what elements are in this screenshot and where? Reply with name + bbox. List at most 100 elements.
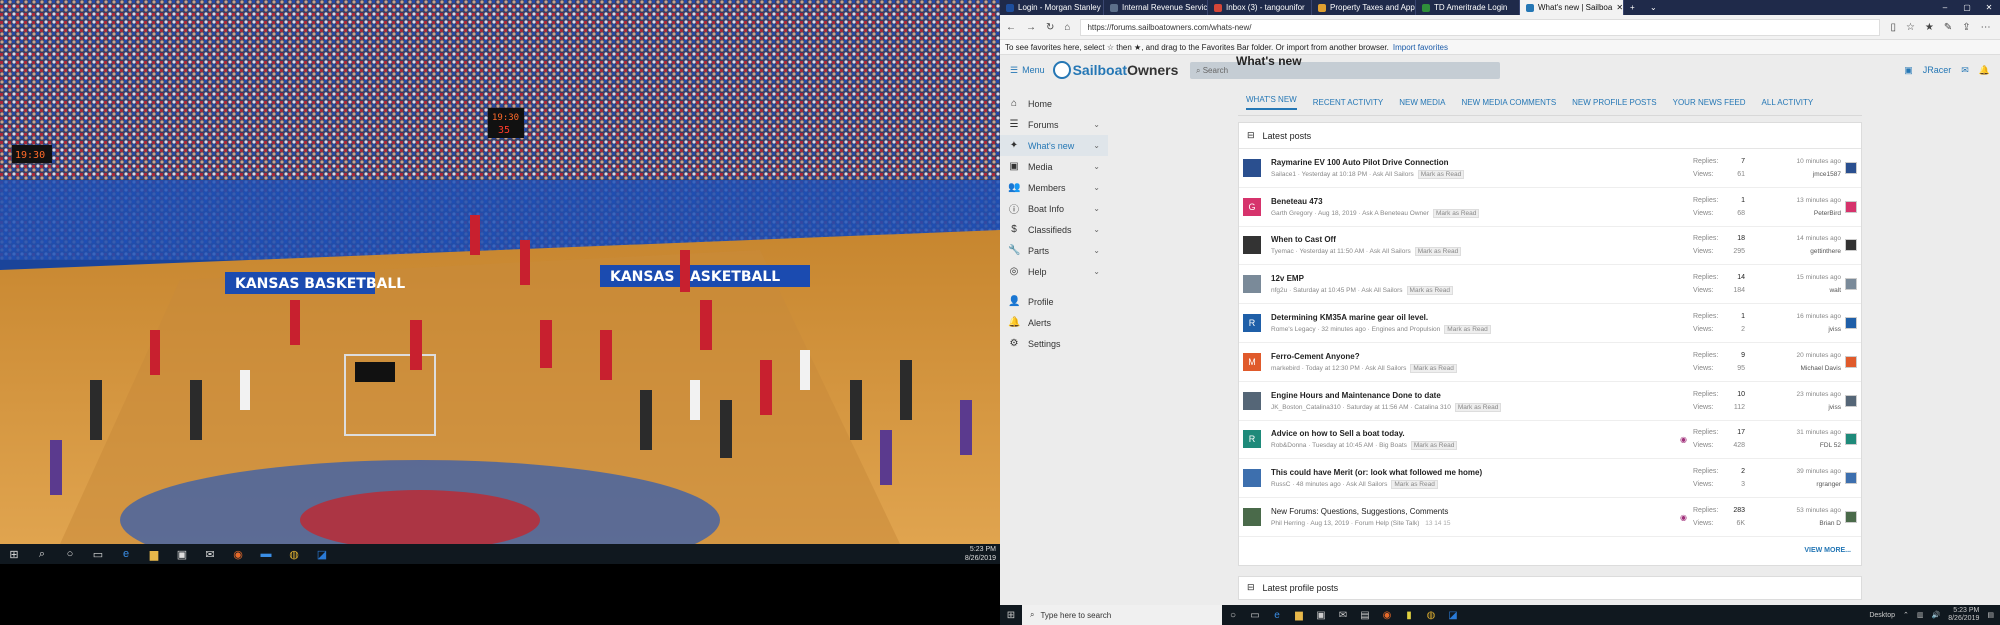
last-post-user[interactable]: rgranger	[1745, 478, 1841, 491]
mark-read-button[interactable]: Mark as Read	[1444, 325, 1491, 335]
post-pages[interactable]: 13 14 15	[1425, 520, 1450, 527]
post-title-link[interactable]: Beneteau 473	[1271, 197, 1693, 206]
chevron-down-icon[interactable]: ⌄	[1093, 120, 1100, 129]
table-row[interactable]: 12v EMP nfg2u · Saturday at 10:45 PM · As…	[1239, 265, 1861, 305]
post-forum[interactable]: Ask A Beneteau Owner	[1362, 210, 1429, 217]
last-post-user[interactable]: gettinthere	[1745, 245, 1841, 258]
username-link[interactable]: JRacer	[1923, 65, 1952, 75]
avatar[interactable]: R	[1243, 314, 1261, 333]
last-post-time[interactable]: 14 minutes ago	[1745, 232, 1841, 245]
url-input[interactable]: https://forums.sailboatowners.com/whats-…	[1080, 18, 1881, 36]
post-author[interactable]: Rome's Legacy	[1271, 326, 1316, 333]
task-view-icon[interactable]: ▭	[87, 546, 109, 562]
post-forum[interactable]: Ask All Sailors	[1346, 481, 1387, 488]
app-icon[interactable]: ▬	[255, 546, 277, 562]
last-post-time[interactable]: 13 minutes ago	[1745, 194, 1841, 207]
last-post-user[interactable]: PeterBird	[1745, 207, 1841, 220]
sidebar-item-forums[interactable]: ☰ Forums ⌄	[1000, 114, 1108, 135]
sidebar-item-whats-new[interactable]: ✦ What's new ⌄	[1000, 135, 1108, 156]
chevron-down-icon[interactable]: ⌄	[1093, 162, 1100, 171]
mark-read-button[interactable]: Mark as Read	[1410, 441, 1458, 451]
store-icon[interactable]: ▣	[1310, 610, 1332, 621]
tab-morgan-stanley[interactable]: Login - Morgan Stanley	[1000, 0, 1104, 15]
last-post-time[interactable]: 20 minutes ago	[1745, 349, 1841, 362]
last-poster-avatar[interactable]	[1845, 278, 1857, 291]
file-explorer-icon[interactable]: ▆	[1288, 610, 1310, 621]
tab-new-media[interactable]: New media	[1399, 98, 1445, 107]
mark-read-button[interactable]: Mark as Read	[1414, 247, 1462, 257]
cortana-icon[interactable]: ○	[59, 546, 81, 562]
forward-icon[interactable]: →	[1026, 22, 1036, 33]
file-explorer-icon[interactable]: ▆	[143, 546, 165, 562]
last-post-user[interactable]: walt	[1745, 284, 1841, 297]
tab-news-feed[interactable]: Your news feed	[1673, 98, 1746, 107]
post-forum[interactable]: Catalina 310	[1414, 404, 1451, 411]
tab-property-taxes[interactable]: Property Taxes and App	[1312, 0, 1416, 15]
post-title-link[interactable]: Raymarine EV 100 Auto Pilot Drive Connec…	[1271, 158, 1693, 167]
store-icon[interactable]: ▣	[171, 546, 193, 562]
firefox-icon[interactable]: ◉	[1376, 610, 1398, 621]
sidebar-item-media[interactable]: ▣ Media ⌄	[1000, 156, 1108, 177]
chrome-icon[interactable]: ◍	[1420, 610, 1442, 621]
post-forum[interactable]: Ask All Sailors	[1370, 248, 1411, 255]
post-author[interactable]: markebird	[1271, 365, 1300, 372]
post-author[interactable]: Sailace1	[1271, 171, 1296, 178]
last-post-user[interactable]: Michael Davis	[1745, 362, 1841, 375]
tab-list-chevron-icon[interactable]: ⌄	[1644, 0, 1664, 15]
post-author[interactable]: Tyemac	[1271, 248, 1294, 255]
chevron-down-icon[interactable]: ⌄	[1093, 267, 1100, 276]
table-row[interactable]: R Advice on how to Sell a boat today. Rob&…	[1239, 421, 1861, 460]
last-poster-avatar[interactable]	[1845, 317, 1857, 330]
close-window-icon[interactable]: ✕	[1978, 0, 2000, 15]
tab-all-activity[interactable]: All activity	[1762, 98, 1814, 107]
post-title-link[interactable]: When to Cast Off	[1271, 235, 1693, 244]
mark-read-button[interactable]: Mark as Read	[1406, 286, 1454, 296]
tab-irs[interactable]: Internal Revenue Servic	[1104, 0, 1208, 15]
tab-whats-new[interactable]: What's new | Sailboa ✕	[1520, 0, 1624, 15]
avatar[interactable]	[1243, 469, 1261, 488]
favorites-hub-icon[interactable]: ★	[1925, 22, 1934, 33]
menu-button[interactable]: Menu	[1022, 65, 1045, 75]
hamburger-icon[interactable]: ☰	[1010, 65, 1018, 76]
last-poster-avatar[interactable]	[1845, 394, 1857, 407]
post-title-link[interactable]: Ferro-Cement Anyone?	[1271, 352, 1693, 361]
favorite-star-icon[interactable]: ☆	[1906, 22, 1915, 33]
last-post-time[interactable]: 39 minutes ago	[1745, 465, 1841, 478]
table-row[interactable]: Engine Hours and Maintenance Done to dat…	[1239, 382, 1861, 421]
reading-view-icon[interactable]: ▯	[1890, 22, 1896, 33]
tab-inbox[interactable]: Inbox (3) - tangounifor	[1208, 0, 1312, 15]
taskbar-search-input[interactable]: ⌕ Type here to search	[1022, 605, 1222, 625]
sidebar-item-profile[interactable]: 👤 Profile	[1000, 291, 1108, 312]
collapse-icon[interactable]: ⊟	[1247, 582, 1255, 593]
post-author[interactable]: nfg2u	[1271, 287, 1287, 294]
post-forum[interactable]: Engines and Propulsion	[1372, 326, 1441, 333]
mail-icon[interactable]: ✉	[199, 546, 221, 562]
post-author[interactable]: Phil Herring	[1271, 520, 1305, 527]
sidebar-item-parts[interactable]: 🔧 Parts ⌄	[1000, 240, 1108, 261]
tab-recent-activity[interactable]: Recent activity	[1313, 98, 1384, 107]
more-icon[interactable]: ⋯	[1981, 22, 1991, 33]
outlook-icon[interactable]: ◪	[311, 546, 333, 562]
last-post-time[interactable]: 15 minutes ago	[1745, 271, 1841, 284]
sidebar-item-alerts[interactable]: 🔔 Alerts	[1000, 312, 1108, 333]
post-forum[interactable]: Big Boats	[1379, 442, 1407, 449]
post-title-link[interactable]: Determining KM35A marine gear oil level.	[1271, 313, 1693, 322]
last-poster-avatar[interactable]	[1845, 161, 1857, 174]
post-author[interactable]: Garth Gregory	[1271, 210, 1313, 217]
desktop-toolbar[interactable]: Desktop	[1869, 612, 1895, 619]
last-post-user[interactable]: jmce1587	[1745, 168, 1841, 181]
sidebar-item-help[interactable]: ◎ Help ⌄	[1000, 261, 1108, 282]
last-post-user[interactable]: jviss	[1745, 401, 1841, 414]
edge-icon[interactable]: e	[1266, 610, 1288, 621]
close-tab-icon[interactable]: ✕	[1616, 3, 1623, 12]
avatar[interactable]: R	[1243, 430, 1261, 449]
table-row[interactable]: New Forums: Questions, Suggestions, Comm…	[1239, 498, 1861, 537]
search-icon[interactable]: ⌕	[31, 546, 53, 562]
last-post-user[interactable]: FDL 52	[1745, 439, 1841, 452]
refresh-icon[interactable]: ↻	[1046, 22, 1054, 33]
chevron-down-icon[interactable]: ⌄	[1093, 225, 1100, 234]
firefox-icon[interactable]: ◉	[227, 546, 249, 562]
mark-read-button[interactable]: Mark as Read	[1417, 169, 1465, 179]
post-title-link[interactable]: Advice on how to Sell a boat today.	[1271, 429, 1680, 438]
notifications-icon[interactable]: ▤	[1987, 611, 1994, 619]
